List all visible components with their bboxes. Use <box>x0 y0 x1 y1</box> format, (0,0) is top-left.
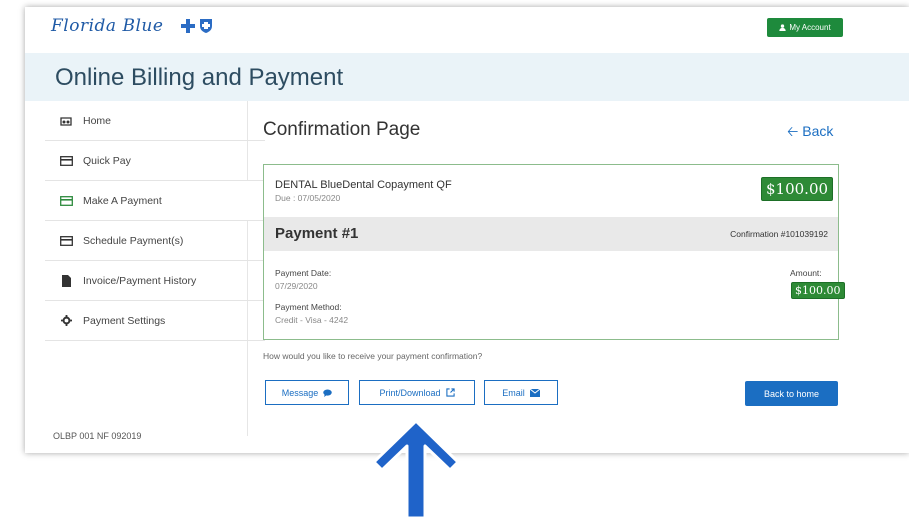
bcbs-logo-icon <box>180 18 213 34</box>
sidebar-item-label: Payment Settings <box>83 314 166 327</box>
print-download-label: Print/Download <box>379 387 441 398</box>
payment-header: Payment #1 Confirmation #101039192 <box>264 217 838 251</box>
page-banner: Online Billing and Payment <box>25 53 909 101</box>
payment-method-value: Credit - Visa - 4242 <box>275 315 349 325</box>
footer-code: OLBP 001 NF 092019 <box>53 431 142 441</box>
chat-icon <box>323 389 333 397</box>
email-button[interactable]: Email <box>484 380 558 405</box>
blue-shield-icon <box>200 19 212 33</box>
due-date: Due : 07/05/2020 <box>275 193 341 203</box>
back-label: Back <box>802 123 834 139</box>
app-window: Florida Blue My Account Online Billing a… <box>25 7 909 453</box>
payment-card: DENTAL BlueDental Copayment QF Due : 07/… <box>263 164 845 340</box>
sidebar: Home Quick Pay Make A Payment Schedule P… <box>45 101 267 436</box>
gear-icon <box>59 314 73 328</box>
sidebar-item-make-a-payment[interactable]: Make A Payment <box>45 181 267 221</box>
service-name: DENTAL BlueDental Copayment QF <box>275 179 452 191</box>
amount-badge: $100.00 <box>791 282 845 299</box>
main-content: Confirmation Page 🡠 Back DENTAL BlueDent… <box>247 101 887 441</box>
confirmation-number: Confirmation #101039192 <box>730 229 828 239</box>
florida-blue-logo[interactable]: Florida Blue <box>51 16 163 36</box>
back-link[interactable]: 🡠 Back <box>787 121 833 145</box>
sidebar-item-schedule-payments[interactable]: Schedule Payment(s) <box>45 221 265 261</box>
sidebar-item-invoice-payment-history[interactable]: Invoice/Payment History <box>45 261 265 301</box>
payment-date-label: Payment Date: <box>275 268 332 278</box>
message-button[interactable]: Message <box>265 380 349 405</box>
message-label: Message <box>281 387 319 398</box>
my-account-button[interactable]: My Account <box>767 18 843 37</box>
sidebar-item-label: Invoice/Payment History <box>83 274 197 287</box>
envelope-icon <box>529 388 540 397</box>
card-icon <box>59 234 73 248</box>
arrow-left-icon: 🡠 <box>787 123 799 139</box>
amount-label: Amount: <box>790 268 822 278</box>
sidebar-item-label: Schedule Payment(s) <box>83 234 184 247</box>
top-bar: Florida Blue My Account <box>25 7 909 53</box>
payment-number: Payment #1 <box>275 225 359 242</box>
sidebar-item-label: Make A Payment <box>83 194 162 207</box>
arrow-up-icon <box>372 419 460 520</box>
sidebar-item-label: Quick Pay <box>83 154 131 167</box>
payment-method-label: Payment Method: <box>275 302 342 312</box>
confirmation-title: Confirmation Page <box>263 119 421 140</box>
my-account-label: My Account <box>789 23 831 32</box>
back-to-home-button[interactable]: Back to home <box>745 381 838 406</box>
amount-due-badge: $100.00 <box>761 177 834 201</box>
sidebar-item-quick-pay[interactable]: Quick Pay <box>45 141 265 181</box>
home-icon <box>59 114 73 128</box>
sidebar-item-home[interactable]: Home <box>45 101 265 141</box>
user-icon <box>779 24 786 31</box>
blue-cross-icon <box>181 19 195 33</box>
print-download-button[interactable]: Print/Download <box>359 380 475 405</box>
confirmation-question: How would you like to receive your payme… <box>263 351 483 361</box>
external-link-icon <box>445 388 455 397</box>
payment-date-value: 07/29/2020 <box>275 281 318 291</box>
page-title: Online Billing and Payment <box>55 64 344 91</box>
card-icon <box>59 194 73 208</box>
sidebar-item-label: Home <box>83 114 112 127</box>
card-icon <box>59 154 73 168</box>
sidebar-item-payment-settings[interactable]: Payment Settings <box>45 301 265 341</box>
email-label: Email <box>502 387 525 398</box>
document-icon <box>59 274 73 288</box>
